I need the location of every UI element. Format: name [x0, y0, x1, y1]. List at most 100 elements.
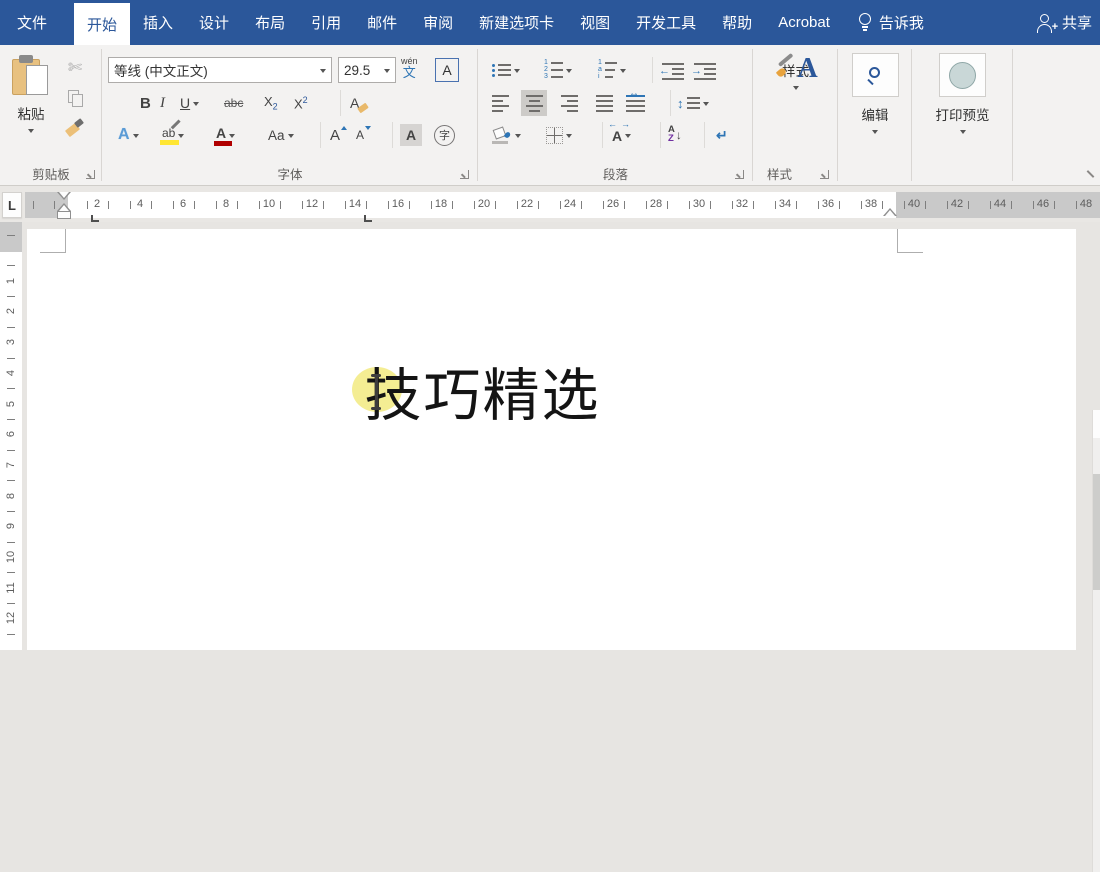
tab-开始[interactable]: 开始 [74, 3, 131, 45]
paragraph-mark-icon: ↵ [716, 126, 728, 143]
strikethrough-button[interactable]: abc [224, 90, 243, 116]
collapse-ribbon-icon[interactable] [1086, 170, 1095, 178]
document-area: 1 2 3 4 5 6 7 8 9 10 11 12 技巧精选 [0, 222, 1100, 872]
decrease-indent-button[interactable]: ← [659, 57, 684, 83]
styles-caret[interactable] [792, 86, 799, 93]
shading-button[interactable] [492, 122, 521, 148]
edit-button[interactable]: 编辑 [838, 53, 912, 137]
shrink-font-button[interactable]: A [356, 122, 372, 148]
multilevel-list-button[interactable]: 1ai [598, 57, 626, 83]
tab-布局[interactable]: 布局 [242, 0, 298, 45]
show-marks-button[interactable]: ↵ [716, 122, 728, 148]
distribute-button[interactable]: ↔ [626, 88, 645, 116]
bullets-caret[interactable] [514, 68, 520, 76]
paragraph-dialog-launcher[interactable] [735, 170, 744, 179]
justify-button[interactable] [591, 90, 617, 116]
multilevel-list-caret[interactable] [620, 68, 626, 76]
styles-button[interactable]: A 样式 [753, 52, 838, 93]
line-spacing-button[interactable]: ↕ [677, 90, 709, 116]
tell-me[interactable]: 告诉我 [857, 0, 924, 45]
font-size-caret[interactable] [384, 68, 390, 76]
tab-邮件[interactable]: 邮件 [354, 0, 410, 45]
highlight-caret[interactable] [178, 133, 185, 141]
vertical-scrollbar[interactable] [1092, 410, 1100, 872]
tab-插入[interactable]: 插入 [130, 0, 186, 45]
bold-button[interactable]: B [140, 90, 151, 116]
shading-caret[interactable] [515, 133, 521, 141]
superscript-button[interactable]: X2 [294, 90, 308, 116]
tab-Acrobat[interactable]: Acrobat [765, 0, 843, 45]
document-page[interactable]: 技巧精选 [27, 229, 1076, 650]
character-border-button[interactable]: A [435, 57, 459, 83]
font-dialog-launcher[interactable] [460, 170, 469, 179]
font-name-combobox[interactable]: 等线 (中文正文) [108, 57, 332, 83]
ruler-strip: L 2 4 6 8 10 12 14 16 18 20 22 24 26 28 30 32 34 36 38 40 42… [0, 186, 1100, 222]
numbering-caret[interactable] [566, 68, 572, 76]
italic-button[interactable]: I [160, 90, 165, 116]
scroll-up-button[interactable] [1093, 410, 1100, 438]
cut-button[interactable]: ✄ [58, 53, 92, 83]
styles-dialog-launcher[interactable] [820, 170, 829, 179]
asian-layout-icon: ←→ A [608, 119, 634, 144]
phonetic-guide-button[interactable]: wén 文 [401, 55, 418, 81]
tab-审阅[interactable]: 审阅 [410, 0, 466, 45]
tab-file[interactable]: 文件 [0, 0, 64, 45]
paste-dropdown-caret[interactable] [28, 129, 34, 136]
highlight-button[interactable]: ab [160, 118, 185, 148]
tab-开发工具[interactable]: 开发工具 [623, 0, 709, 45]
bullets-button[interactable] [492, 57, 520, 83]
font-name-caret[interactable] [320, 68, 326, 76]
increase-indent-button[interactable]: → [691, 57, 716, 83]
ruler-tick [946, 201, 948, 209]
asian-layout-button[interactable]: ←→ A [608, 119, 634, 148]
ruler-number: 40 [907, 198, 921, 210]
format-painter-button[interactable] [58, 113, 92, 143]
ruler-number: 42 [950, 198, 964, 210]
print-preview-button[interactable]: 打印预览 [912, 53, 1013, 137]
underline-caret[interactable] [193, 101, 200, 109]
align-left-button[interactable] [487, 90, 513, 116]
ruler-tick [473, 201, 475, 209]
ruler-tick [451, 201, 453, 209]
tab-引用[interactable]: 引用 [298, 0, 354, 45]
font-color-caret[interactable] [229, 133, 236, 141]
align-right-button[interactable] [556, 90, 582, 116]
tab-selector[interactable]: L [2, 192, 22, 218]
change-case-caret[interactable] [287, 133, 294, 141]
paste-button[interactable]: 粘贴 [5, 55, 57, 177]
borders-button[interactable] [546, 122, 572, 148]
ruler-number: 10 [5, 550, 17, 564]
tab-视图[interactable]: 视图 [567, 0, 623, 45]
borders-caret[interactable] [566, 133, 572, 141]
print-preview-caret[interactable] [959, 130, 966, 137]
tab-stop-marker[interactable] [91, 215, 99, 222]
font-size-combobox[interactable]: 29.5 [338, 57, 396, 83]
tab-新建选项卡[interactable]: 新建选项卡 [466, 0, 567, 45]
tab-设计[interactable]: 设计 [186, 0, 242, 45]
align-center-button[interactable] [521, 90, 547, 116]
ruler-tick [1075, 201, 1077, 209]
change-case-button[interactable]: Aa [268, 122, 294, 148]
tab-stop-marker[interactable] [364, 215, 372, 222]
subscript-button[interactable]: X2 [264, 90, 278, 116]
numbering-button[interactable]: 123 [544, 57, 572, 83]
edit-caret[interactable] [872, 130, 878, 137]
clipboard-dialog-launcher[interactable] [86, 170, 95, 179]
font-color-button[interactable]: A [214, 122, 236, 148]
character-shading-button[interactable]: A [400, 122, 422, 148]
scrollbar-thumb[interactable] [1093, 474, 1100, 590]
sort-button[interactable]: AZ ↓ [668, 122, 682, 148]
left-indent-marker[interactable] [57, 211, 71, 219]
shading-bucket-icon [492, 126, 512, 144]
enclose-characters-button[interactable]: 字 [434, 122, 455, 148]
text-effects-caret[interactable] [132, 133, 139, 141]
line-spacing-caret[interactable] [702, 101, 709, 109]
grow-font-button[interactable]: A [330, 122, 348, 148]
share-button[interactable]: + 共享 [1030, 0, 1098, 45]
underline-button[interactable]: U [180, 90, 200, 116]
text-effects-button[interactable]: A [118, 122, 139, 148]
clear-formatting-button[interactable]: A [350, 90, 370, 116]
tab-帮助[interactable]: 帮助 [709, 0, 765, 45]
asian-layout-caret[interactable] [625, 133, 632, 141]
copy-button[interactable] [58, 83, 92, 113]
